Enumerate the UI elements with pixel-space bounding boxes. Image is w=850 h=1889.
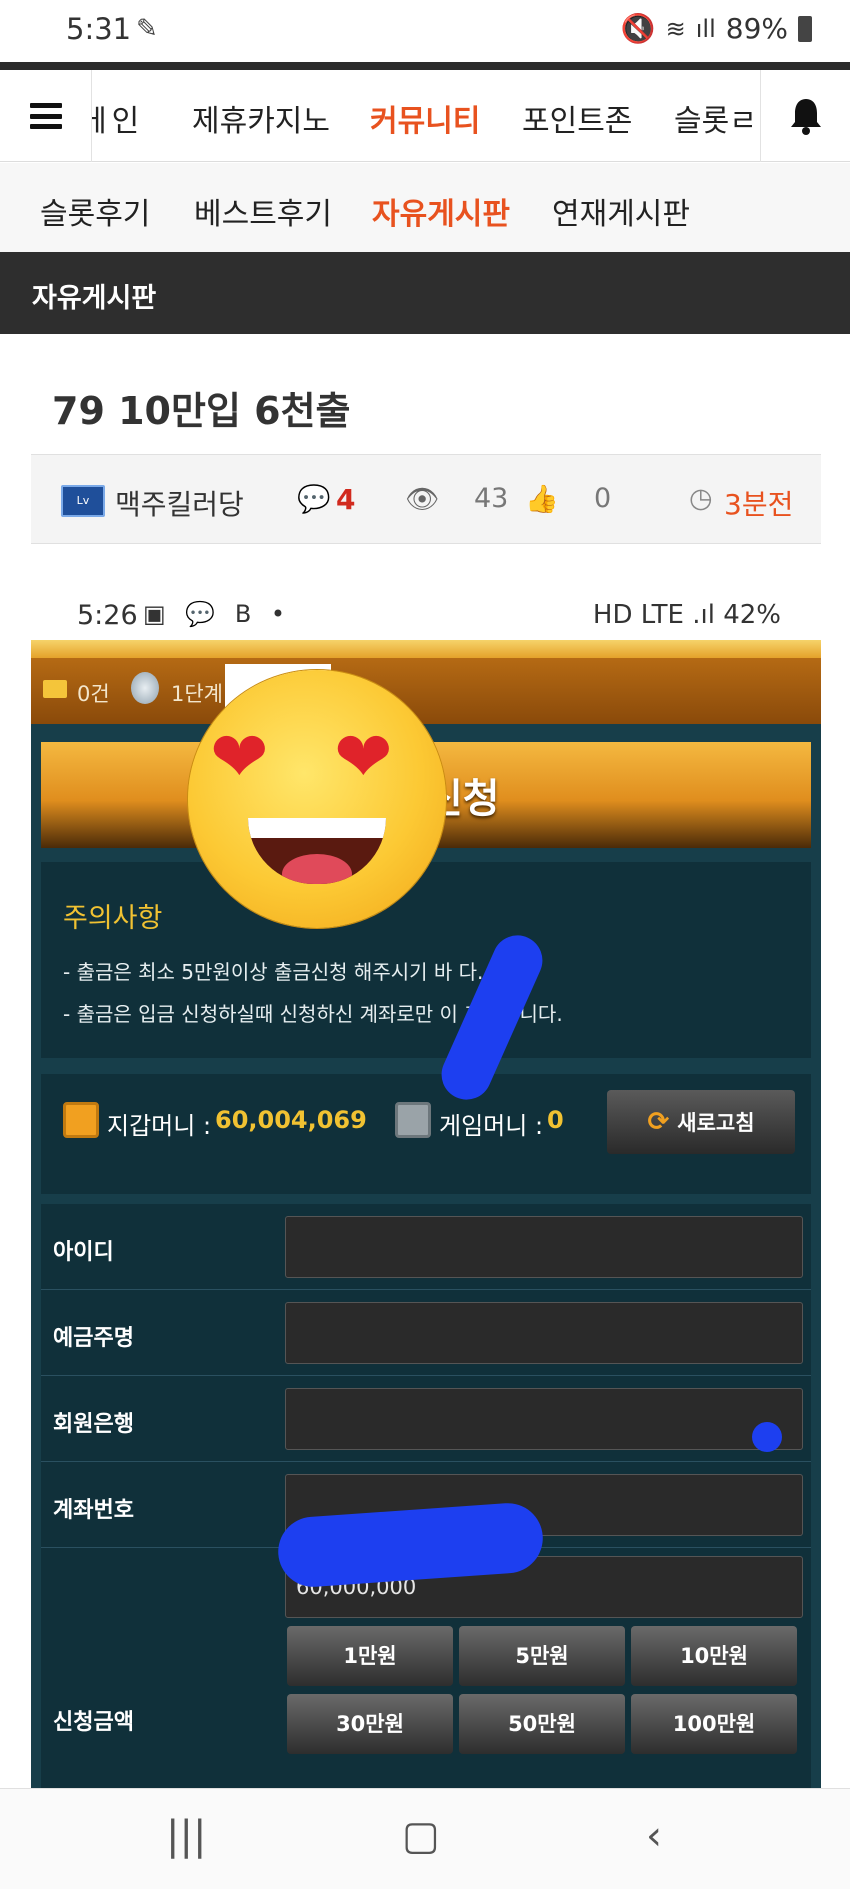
- refresh-label: 새로고침: [677, 1111, 755, 1135]
- notice-box: 주의사항 - 출금은 최소 5만원이상 출금신청 해주시기 바 다. - 출금은…: [41, 862, 811, 1058]
- nav-item-partner-casino[interactable]: 제휴카지노: [192, 96, 330, 140]
- field-label: 신청금액: [53, 1710, 134, 1735]
- mail-icon: [43, 680, 67, 698]
- heart-eyes-emoji-icon: ❤ ❤: [188, 670, 446, 928]
- clock-icon: ◷: [689, 483, 713, 514]
- embedded-status-right: HD LTE .ıl 42%: [592, 600, 781, 630]
- embedded-info-bar: 0건 1단계 님: [31, 658, 821, 724]
- view-count: 43: [474, 483, 509, 514]
- signal-icon: ıll: [695, 14, 716, 43]
- amount-button[interactable]: 1만원: [287, 1626, 453, 1686]
- embedded-time: 5:26: [77, 600, 138, 631]
- home-icon[interactable]: ▢: [402, 1813, 440, 1859]
- amount-button[interactable]: 50만원: [459, 1694, 625, 1754]
- heart-icon: ❤: [334, 716, 393, 798]
- heart-icon: ❤: [210, 716, 269, 798]
- holder-input[interactable]: [285, 1302, 803, 1364]
- mail-count: 0건: [77, 682, 110, 706]
- game-money-label: 게임머니 :: [439, 1112, 544, 1140]
- amount-button[interactable]: 100만원: [631, 1694, 797, 1754]
- amount-button[interactable]: 5만원: [459, 1626, 625, 1686]
- menu-icon[interactable]: [0, 70, 92, 162]
- nav-item-slot[interactable]: 슬롯ㄹ: [674, 96, 757, 140]
- blue-dot: [752, 1422, 782, 1452]
- smile: [248, 818, 386, 884]
- game-safe-icon: [395, 1102, 431, 1138]
- comment-icon: 💬: [297, 484, 331, 515]
- top-divider: [0, 62, 850, 70]
- money-box: 지갑머니 : 60,004,069 게임머니 : 0 ⟳ 새로고침: [41, 1074, 811, 1194]
- wallet-value: 60,004,069: [215, 1106, 367, 1134]
- mute-icon: 🔇: [620, 12, 656, 45]
- battery-percent: 89%: [725, 12, 788, 45]
- battery-icon: [798, 15, 812, 42]
- eye-icon: 👁: [405, 484, 440, 515]
- notification-icon: ✎: [136, 14, 158, 44]
- like-count: 0: [594, 483, 612, 514]
- recent-apps-icon[interactable]: |||: [166, 1813, 206, 1859]
- back-icon[interactable]: ‹: [646, 1813, 662, 1859]
- wifi-icon: ≋: [665, 14, 686, 43]
- status-right: 🔇 ≋ ıll 89%: [621, 12, 812, 45]
- post-meta: Lv 맥주킬러당 💬 4 👁 43 👍 0 ◷ 3분전: [31, 454, 821, 544]
- bell-icon[interactable]: [760, 70, 850, 162]
- embedded-status-icons: ▣ 💬 B •: [143, 600, 292, 628]
- form-row-id: 아이디: [41, 1204, 811, 1290]
- amount-button[interactable]: 30만원: [287, 1694, 453, 1754]
- tab-slot-review[interactable]: 슬롯후기: [40, 189, 150, 233]
- level-text: 1단계: [171, 682, 224, 706]
- refresh-icon: ⟳: [647, 1107, 670, 1137]
- main-nav: ㅔ인 제휴카지노 커뮤니티 포인트존 슬롯ㄹ: [0, 70, 850, 162]
- refresh-button[interactable]: ⟳ 새로고침: [607, 1090, 795, 1154]
- id-input[interactable]: [285, 1216, 803, 1278]
- status-bar: 5:31 ✎ 🔇 ≋ ıll 89%: [0, 0, 850, 62]
- tab-best-review[interactable]: 베스트후기: [194, 189, 332, 233]
- post-title: 79 10만입 6천출: [52, 389, 351, 433]
- field-label: 아이디: [53, 1240, 114, 1265]
- gold-trim: [31, 640, 821, 658]
- game-money-value: 0: [547, 1106, 564, 1134]
- field-label: 계좌번호: [53, 1498, 134, 1523]
- embedded-body: 출금신청 주의사항 - 출금은 최소 5만원이상 출금신청 해주시기 바 다. …: [31, 724, 821, 1790]
- notice-line: - 출금은 최소 5만원이상 출금신청 해주시기 바 다.: [63, 960, 484, 984]
- nav-item-community[interactable]: 커뮤니티: [370, 96, 480, 140]
- wallet-icon: [63, 1102, 99, 1138]
- form-row-amount: 신청금액 60,000,000 1만원 5만원 10만원 30만원 50만원 1…: [41, 1548, 811, 1790]
- wallet-label: 지갑머니 :: [107, 1112, 212, 1140]
- bank-input[interactable]: [285, 1388, 803, 1450]
- post-author[interactable]: 맥주킬러당: [115, 483, 244, 523]
- user-level-icon: Lv: [61, 485, 105, 517]
- sub-nav: 슬롯후기 베스트후기 자유게시판 연재게시판: [0, 163, 850, 252]
- withdraw-form: 아이디 예금주명 회원은행 계좌번호 신청금액 60,000,000 1만원 5…: [41, 1204, 811, 1790]
- embedded-status-bar: 5:26 ▣ 💬 B • HD LTE .ıl 42%: [31, 590, 821, 640]
- nav-item-point-zone[interactable]: 포인트존: [522, 96, 632, 140]
- nav-item-main[interactable]: ㅔ인: [92, 96, 139, 140]
- field-label: 예금주명: [53, 1326, 134, 1351]
- form-row-holder: 예금주명: [41, 1290, 811, 1376]
- thumbs-up-icon[interactable]: 👍: [525, 483, 559, 515]
- form-row-bank: 회원은행: [41, 1376, 811, 1462]
- tab-free-board[interactable]: 자유게시판: [372, 189, 510, 233]
- main-nav-items: ㅔ인 제휴카지노 커뮤니티 포인트존 슬롯ㄹ: [92, 70, 760, 162]
- status-time: 5:31: [66, 12, 132, 46]
- section-header: 자유게시판: [0, 252, 850, 334]
- post-time: 3분전: [724, 488, 794, 521]
- comment-count: 4: [336, 483, 356, 516]
- android-nav-bar: ||| ▢ ‹: [0, 1788, 850, 1889]
- medal-icon: [131, 672, 159, 704]
- notice-heading: 주의사항: [63, 903, 163, 934]
- field-label: 회원은행: [53, 1412, 134, 1437]
- section-title: 자유게시판: [32, 283, 157, 314]
- amount-button[interactable]: 10만원: [631, 1626, 797, 1686]
- tab-serial-board[interactable]: 연재게시판: [552, 189, 690, 233]
